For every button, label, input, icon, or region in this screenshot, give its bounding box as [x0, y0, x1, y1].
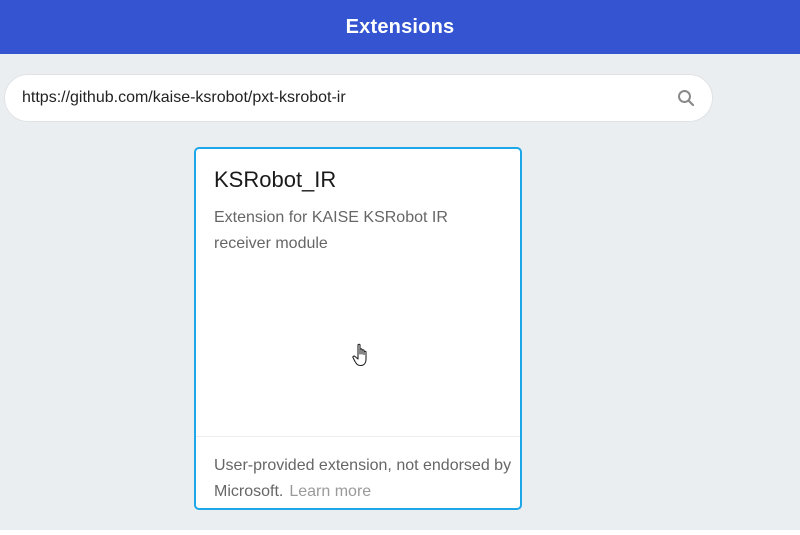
extension-card[interactable]: KSRobot_IR Extension for KAISE KSRobot I…	[194, 147, 522, 510]
search-icon[interactable]	[674, 86, 698, 110]
page-title: Extensions	[345, 15, 455, 38]
card-divider	[196, 436, 520, 437]
search-input[interactable]	[5, 75, 674, 121]
hand-pointer-icon	[352, 343, 370, 367]
search-bar	[4, 74, 713, 122]
extension-footer: User-provided extension, not endorsed by…	[214, 453, 514, 505]
extension-description: Extension for KAISE KSRobot IR receiver …	[214, 209, 448, 252]
learn-more-link[interactable]: Learn more	[289, 483, 371, 500]
header-bar: Extensions	[0, 0, 800, 54]
bottom-strip	[0, 530, 800, 535]
extension-title: KSRobot_IR	[214, 167, 337, 192]
